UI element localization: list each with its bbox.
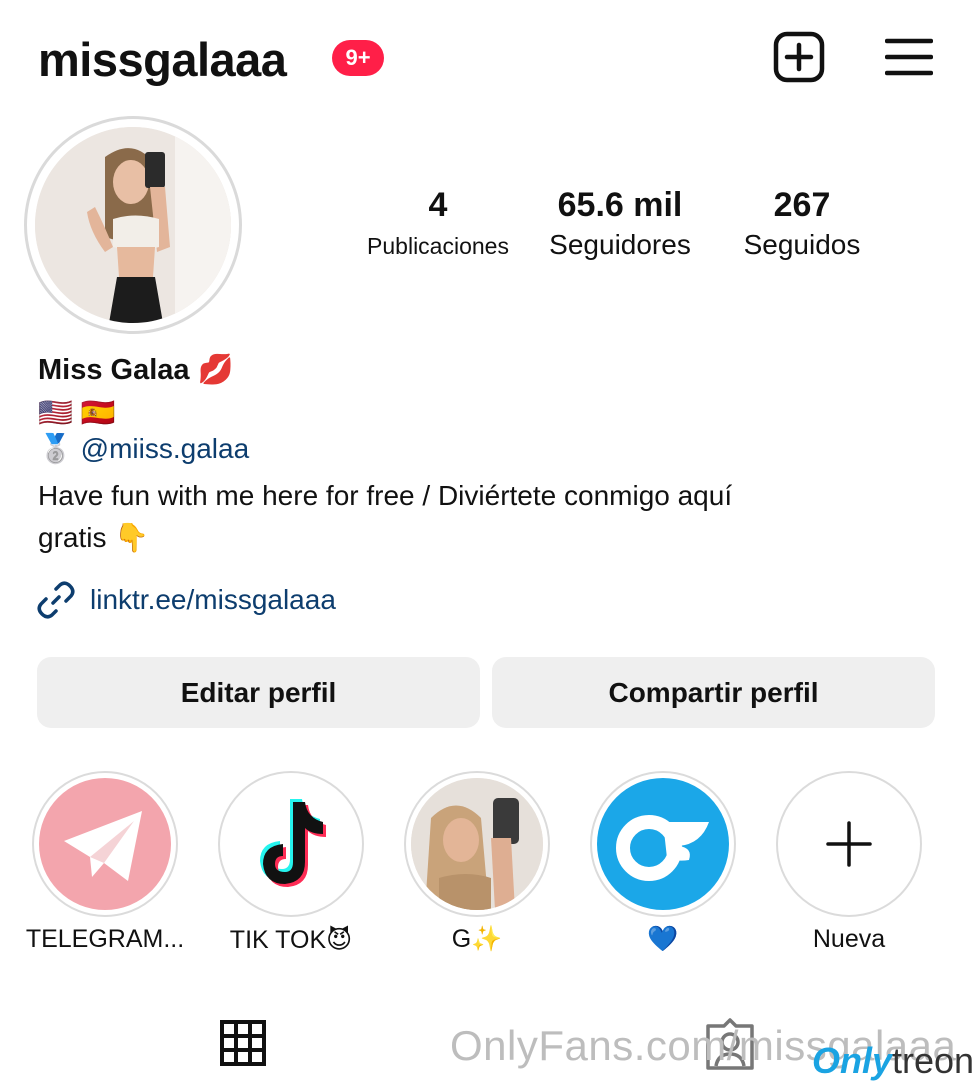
highlight-label-new: Nueva [812, 925, 886, 953]
highlight-label-photo: G✨ [451, 925, 503, 953]
highlight-new[interactable] [776, 771, 922, 917]
highlight-label-telegram: TELEGRAM... [25, 925, 185, 953]
plus-icon [783, 778, 915, 910]
onlyfans-icon [597, 778, 729, 910]
profile-username[interactable]: missgalaaa [38, 32, 287, 87]
full-name-emoji: 💋 [197, 354, 234, 386]
watermark-logo-treon: treon [892, 1040, 972, 1081]
posts-label: Publicaciones [367, 233, 509, 259]
following-count: 267 [773, 186, 831, 224]
bio-external-link[interactable]: linktr.ee/missgalaaa [36, 580, 336, 620]
stat-followers[interactable]: 65.6 mil Seguidores [530, 186, 710, 261]
notification-badge[interactable]: 9+ [332, 40, 384, 76]
bio-text-line1: Have fun with me here for free / Diviért… [38, 480, 733, 511]
watermark-logo-only: Only [812, 1040, 893, 1081]
profile-avatar[interactable] [24, 116, 242, 334]
grid-icon[interactable] [220, 1020, 266, 1066]
highlight-label-onlyfans: 💙 [647, 925, 679, 953]
highlight-photo[interactable] [404, 771, 550, 917]
stat-following[interactable]: 267 Seguidos [722, 186, 882, 261]
full-name-text: Miss Galaa [38, 354, 190, 386]
bio-mention-line: 🥈 @miiss.galaa [38, 432, 249, 465]
posts-count: 4 [428, 186, 448, 224]
highlight-photo-thumbnail [411, 778, 543, 910]
highlight-tiktok[interactable] [218, 771, 364, 917]
following-label: Seguidos [743, 229, 861, 260]
hamburger-menu-icon[interactable] [884, 36, 934, 78]
bio-flags: 🇺🇸 🇪🇸 [38, 397, 116, 428]
medal-emoji: 🥈 [38, 433, 73, 464]
highlight-label-tiktok: TIK TOK😈 [229, 926, 353, 954]
stat-posts[interactable]: 4 Publicaciones [350, 186, 526, 260]
profile-full-name: Miss Galaa 💋 [38, 353, 234, 387]
watermark-logo: Onlytreon [812, 1040, 972, 1082]
telegram-icon [39, 778, 171, 910]
link-icon [36, 580, 76, 620]
link-text[interactable]: linktr.ee/missgalaaa [90, 584, 336, 616]
followers-label: Seguidores [549, 229, 691, 260]
plus-square-icon[interactable] [772, 30, 826, 84]
tiktok-icon [225, 778, 357, 910]
share-profile-button[interactable]: Compartir perfil [492, 657, 935, 728]
highlight-onlyfans[interactable] [590, 771, 736, 917]
edit-profile-button[interactable]: Editar perfil [37, 657, 480, 728]
bio-text-line2: gratis 👇 [38, 522, 150, 553]
avatar-photo [35, 127, 231, 323]
highlight-telegram[interactable] [32, 771, 178, 917]
mention-link[interactable]: @miiss.galaa [81, 433, 249, 464]
followers-count: 65.6 mil [557, 186, 683, 224]
